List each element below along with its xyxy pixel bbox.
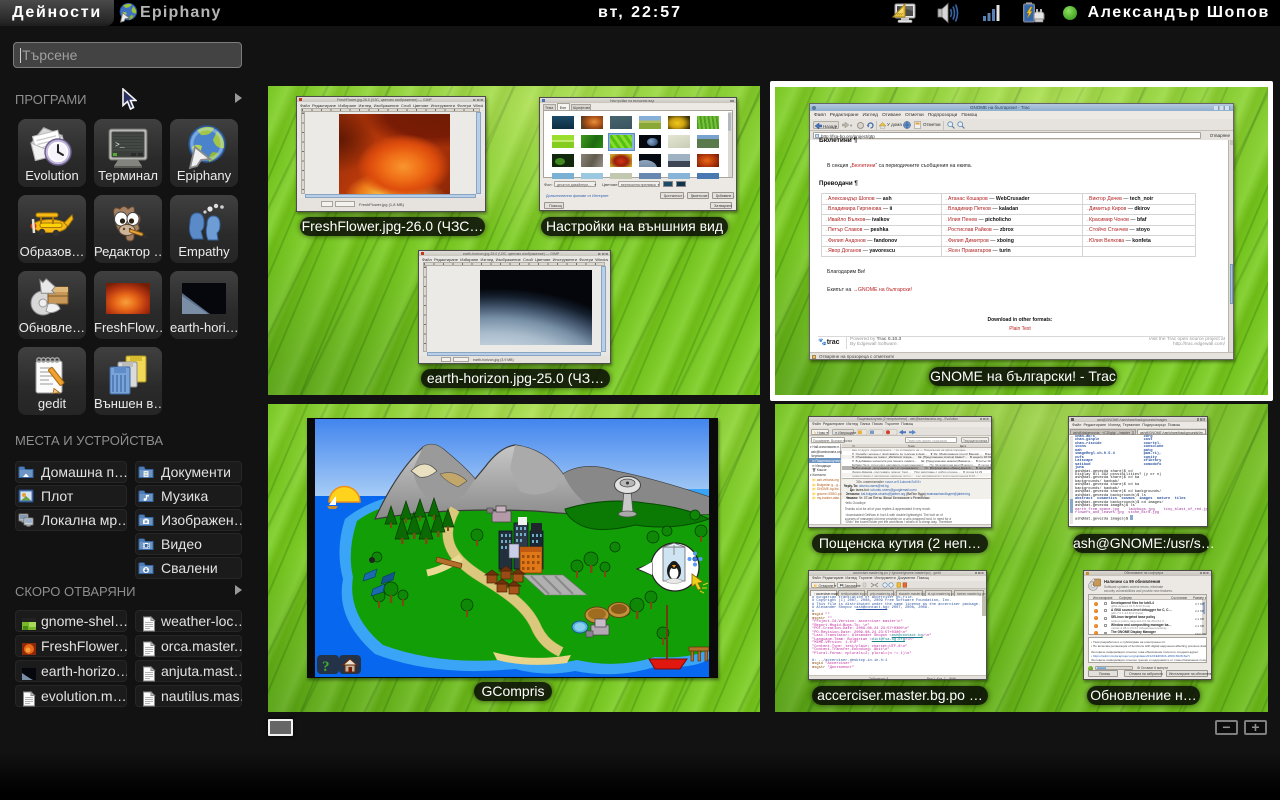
svg-text:?: ?	[322, 659, 330, 675]
svg-text:>_: >_	[115, 141, 125, 150]
